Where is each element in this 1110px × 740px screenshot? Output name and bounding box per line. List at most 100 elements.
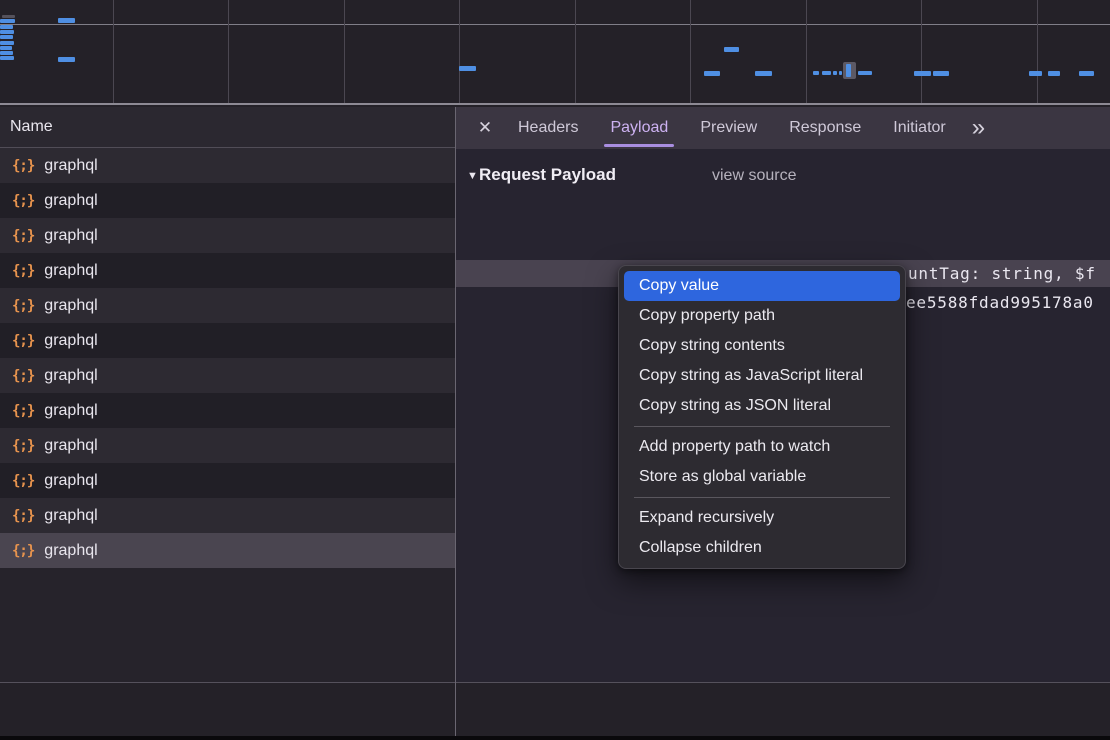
menu-item-copy-property-path[interactable]: Copy property path bbox=[624, 301, 900, 331]
timeline-request-bar[interactable] bbox=[1029, 71, 1042, 76]
tab-headers[interactable]: Headers bbox=[502, 107, 594, 149]
timeline-request-bar[interactable] bbox=[839, 71, 842, 75]
timeline-request-bar[interactable] bbox=[0, 56, 14, 60]
json-braces-icon: {;} bbox=[12, 508, 34, 524]
tab-label: Preview bbox=[700, 119, 757, 137]
timeline-request-bar[interactable] bbox=[914, 71, 931, 76]
request-name: graphql bbox=[44, 192, 97, 210]
request-name: graphql bbox=[44, 157, 97, 175]
request-name: graphql bbox=[44, 367, 97, 385]
timeline-gridline bbox=[921, 0, 922, 103]
timeline-request-bar[interactable] bbox=[1079, 71, 1094, 76]
json-braces-icon: {;} bbox=[12, 158, 34, 174]
timeline-request-bar[interactable] bbox=[0, 30, 14, 34]
request-name: graphql bbox=[44, 472, 97, 490]
tab-response[interactable]: Response bbox=[773, 107, 877, 149]
tab-label: Headers bbox=[518, 119, 578, 137]
menu-item-copy-string-as-javascript-literal[interactable]: Copy string as JavaScript literal bbox=[624, 361, 900, 391]
panel-split-divider[interactable] bbox=[455, 107, 456, 736]
timeline-request-bar[interactable] bbox=[0, 35, 13, 39]
timeline-request-bar[interactable] bbox=[846, 64, 851, 77]
json-braces-icon: {;} bbox=[12, 368, 34, 384]
tab-label: Initiator bbox=[893, 119, 945, 137]
json-braces-icon: {;} bbox=[12, 333, 34, 349]
detail-tab-bar: ✕ Headers Payload Preview Response Initiator… bbox=[456, 107, 1110, 149]
network-overview-timeline[interactable] bbox=[0, 0, 1110, 105]
json-braces-icon: {;} bbox=[12, 263, 34, 279]
timeline-request-bar[interactable] bbox=[58, 18, 75, 23]
overview-axis-line bbox=[0, 24, 1110, 25]
request-row[interactable]: {;}graphql bbox=[0, 393, 455, 428]
view-source-link[interactable]: view source bbox=[712, 167, 796, 185]
timeline-gridline bbox=[344, 0, 345, 103]
tab-payload[interactable]: Payload bbox=[594, 107, 684, 149]
request-row[interactable]: {;} graphql bbox=[0, 253, 455, 288]
request-row[interactable]: {;} graphql bbox=[0, 288, 455, 323]
menu-item-expand-recursively[interactable]: Expand recursively bbox=[624, 503, 900, 533]
timeline-request-bar[interactable] bbox=[822, 71, 831, 75]
request-row[interactable]: {;} graphql bbox=[0, 428, 455, 463]
request-row[interactable]: {;}graphql bbox=[0, 533, 455, 568]
request-row[interactable]: {;} graphql bbox=[0, 183, 455, 218]
menu-item-copy-string-contents[interactable]: Copy string contents bbox=[624, 331, 900, 361]
timeline-request-bar[interactable] bbox=[1048, 71, 1060, 76]
tab-initiator[interactable]: Initiator bbox=[877, 107, 961, 149]
timeline-gridline bbox=[690, 0, 691, 103]
timeline-request-bar[interactable] bbox=[58, 57, 75, 62]
tree-row-operation-name[interactable]: operationName: "ipFlowTimeseries" bbox=[456, 231, 1110, 258]
request-name: graphql bbox=[44, 507, 97, 525]
section-expander-icon[interactable]: ▼ bbox=[467, 170, 478, 182]
menu-item-copy-string-as-json-literal[interactable]: Copy string as JSON literal bbox=[624, 391, 900, 421]
request-payload-section-header: ▼ Request Payload view source bbox=[456, 165, 1110, 189]
timeline-request-bar[interactable] bbox=[813, 71, 819, 75]
timeline-gridline bbox=[113, 0, 114, 103]
request-name: graphql bbox=[44, 437, 97, 455]
timeline-request-bar[interactable] bbox=[2, 15, 15, 18]
timeline-request-bar[interactable] bbox=[724, 47, 739, 52]
request-row[interactable]: {;} graphql bbox=[0, 358, 455, 393]
name-column-header[interactable]: Name bbox=[0, 107, 455, 148]
menu-separator bbox=[634, 426, 890, 427]
request-name: graphql bbox=[44, 332, 97, 350]
json-braces-icon: {;} bbox=[12, 473, 34, 489]
timeline-request-bar[interactable] bbox=[0, 51, 13, 55]
timeline-request-bar[interactable] bbox=[833, 71, 837, 75]
request-row[interactable]: {;} graphql bbox=[0, 463, 455, 498]
menu-item-collapse-children[interactable]: Collapse children bbox=[624, 533, 900, 563]
tab-preview[interactable]: Preview bbox=[684, 107, 773, 149]
request-name: graphql bbox=[44, 297, 97, 315]
timeline-request-bar[interactable] bbox=[0, 46, 12, 50]
tree-row-root-preview[interactable]: ▼ {operationName: "ipFlowTimeseries", va… bbox=[456, 202, 1110, 229]
close-icon[interactable]: ✕ bbox=[468, 107, 502, 149]
request-row[interactable]: {;} graphql bbox=[0, 148, 455, 183]
request-name: graphql bbox=[44, 542, 97, 560]
timeline-request-bar[interactable] bbox=[933, 71, 949, 76]
timeline-request-bar[interactable] bbox=[704, 71, 720, 76]
timeline-request-bar[interactable] bbox=[858, 71, 872, 75]
json-braces-icon: {;} bbox=[12, 438, 34, 454]
tree-variables-value-fragment: ee5588fdad995178a0 bbox=[906, 289, 1094, 316]
status-footer bbox=[0, 682, 1110, 736]
timeline-request-bar[interactable] bbox=[755, 71, 772, 76]
tree-query-value-fragment: untTag: string, $f bbox=[908, 260, 1096, 287]
request-list: {;} graphql {;} graphql {;} graphql {;} graphql… bbox=[0, 148, 455, 568]
request-row[interactable]: {;} graphql bbox=[0, 498, 455, 533]
more-tabs-icon[interactable]: » bbox=[962, 107, 995, 149]
request-row[interactable]: {;} graphql bbox=[0, 323, 455, 358]
timeline-request-bar[interactable] bbox=[0, 25, 13, 29]
menu-item-store-as-global-variable[interactable]: Store as global variable bbox=[624, 462, 900, 492]
json-braces-icon: {;} bbox=[12, 193, 34, 209]
json-braces-icon: {;} bbox=[12, 298, 34, 314]
menu-separator bbox=[634, 497, 890, 498]
menu-item-add-property-path-to-watch[interactable]: Add property path to watch bbox=[624, 432, 900, 462]
timeline-request-bar[interactable] bbox=[0, 41, 14, 45]
menu-item-copy-value[interactable]: Copy value bbox=[624, 271, 900, 301]
request-name: graphql bbox=[44, 262, 97, 280]
timeline-request-bar[interactable] bbox=[459, 66, 476, 71]
timeline-gridline bbox=[575, 0, 576, 103]
request-name: graphql bbox=[44, 227, 97, 245]
timeline-gridline bbox=[459, 0, 460, 103]
timeline-request-bar[interactable] bbox=[0, 19, 15, 23]
json-braces-icon: {;} bbox=[12, 228, 34, 244]
request-row[interactable]: {;} graphql bbox=[0, 218, 455, 253]
